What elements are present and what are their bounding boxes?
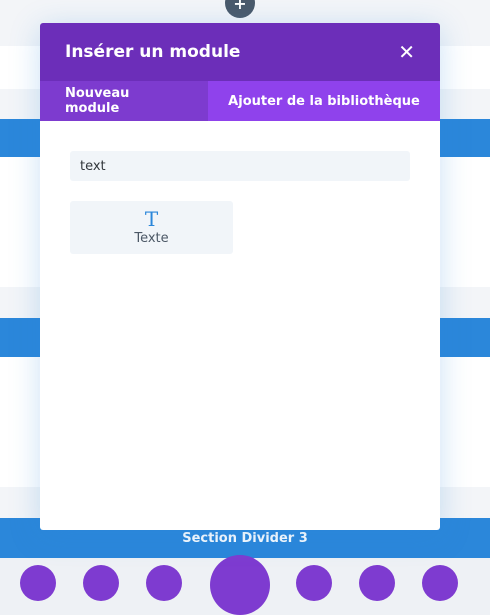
insert-module-modal: Insérer un module ✕ Nouveau module Ajout… — [40, 23, 440, 530]
toolbar-circle-button[interactable] — [296, 565, 332, 601]
modal-title: Insérer un module — [65, 42, 241, 62]
search-input[interactable] — [70, 151, 410, 181]
modal-tabs: Nouveau module Ajouter de la bibliothèqu… — [40, 81, 440, 121]
toolbar-main-button[interactable] — [210, 555, 270, 615]
modal-header: Insérer un module ✕ — [40, 23, 440, 81]
toolbar-circle-button[interactable] — [20, 565, 56, 601]
toolbar-circle-button[interactable] — [146, 565, 182, 601]
module-text[interactable]: T Texte — [70, 201, 233, 254]
tab-add-from-library[interactable]: Ajouter de la bibliothèque — [208, 81, 440, 121]
tab-label: Nouveau module — [65, 86, 130, 116]
toolbar-circle-button[interactable] — [422, 565, 458, 601]
module-label: Texte — [134, 231, 169, 246]
plus-icon: + — [233, 0, 247, 13]
toolbar-circle-button[interactable] — [359, 565, 395, 601]
tab-new-module[interactable]: Nouveau module — [40, 81, 208, 121]
section-divider-label: Section Divider 3 — [182, 530, 308, 546]
toolbar-circle-button[interactable] — [83, 565, 119, 601]
tab-label: Ajouter de la bibliothèque — [228, 93, 420, 109]
close-icon[interactable]: ✕ — [398, 42, 415, 62]
modal-body: T Texte — [40, 121, 440, 284]
text-module-icon: T — [144, 207, 159, 231]
